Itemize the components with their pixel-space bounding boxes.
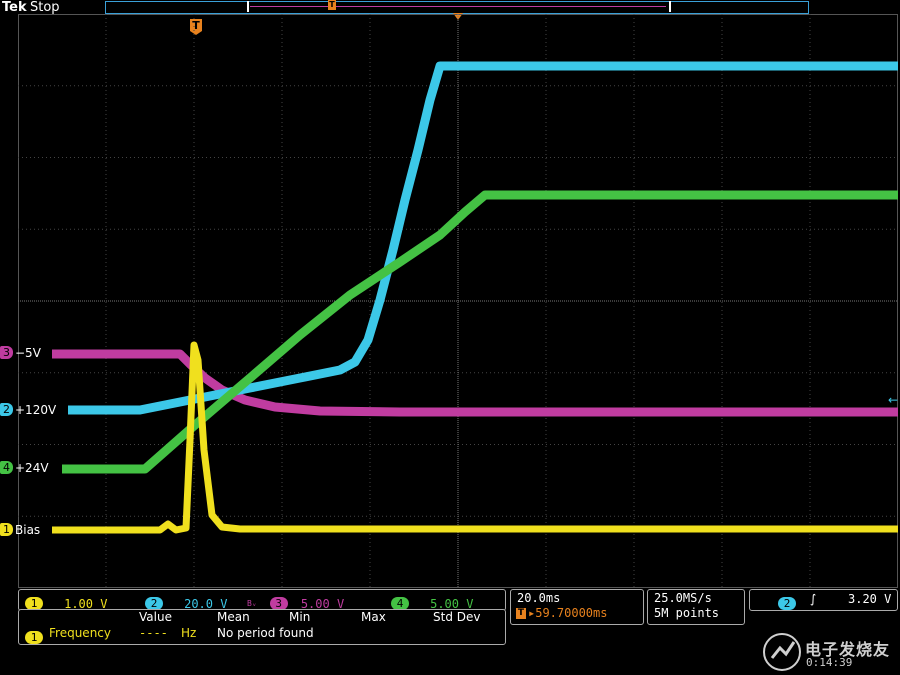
ch2-offscreen-arrow-icon: ← [888,393,899,407]
ch4-label: +24V [15,461,49,475]
meas-header-max: Max [361,610,386,624]
time-scale: 20.0ms [517,591,561,605]
trigger-panel[interactable]: 2 ∫ 3.20 V [749,589,898,611]
record-view-line [250,6,666,7]
measurement-panel[interactable]: Value Mean Min Max Std Dev 1 Frequency -… [18,609,506,645]
ch1-marker[interactable]: 1 Bias [0,523,40,537]
waveform-display[interactable] [18,14,898,588]
meas-unit: Hz [181,626,197,640]
clock-time: 0:14:39 [806,656,853,669]
ch2-marker[interactable]: 2 +120V [0,403,56,417]
graticule-grid [18,14,898,588]
timebase-panel[interactable]: 20.0ms T ▸59.70000ms [510,589,644,625]
ch4-number: 4 [0,461,13,474]
trigger-level: 3.20 V [848,592,892,606]
trigger-slope-icon: ∫ [810,592,817,606]
meas-message: No period found [217,626,314,640]
trigger-source-badge: 2 [778,597,796,610]
trigger-delay-icon: T [516,608,526,619]
channel-scale-panel: 1 1.00 V 2 20.0 V Bᵥ 3 5.00 V 4 5.00 V [18,589,506,611]
ch1-label: Bias [15,523,41,537]
ch3-marker[interactable]: 3 −5V [0,346,41,360]
ch2-number: 2 [0,403,13,416]
sample-rate: 25.0MS/s [654,591,712,605]
trigger-source: 2 [778,593,796,612]
bandwidth-limit-icon: Bᵥ [247,599,257,608]
ch2-label: +120V [15,403,57,417]
run-status[interactable]: Stop [30,0,60,15]
acquisition-panel[interactable]: 25.0MS/s 5M points [647,589,745,625]
meas-header-mean: Mean [217,610,250,624]
brand-logo: Tek [2,0,27,15]
meas-header-stddev: Std Dev [433,610,481,624]
meas-name: Frequency [49,626,111,640]
record-length: 5M points [654,606,720,620]
meas-row: 1 [25,627,43,646]
meas-value: ---- [139,626,168,640]
meas-channel-badge: 1 [25,631,43,644]
ch1-number: 1 [0,523,13,536]
ch3-number: 3 [0,346,13,359]
meas-header-min: Min [289,610,311,624]
ch3-label: −5V [15,346,41,360]
trigger-delay: ▸59.70000ms [528,606,608,620]
ch4-marker[interactable]: 4 +24V [0,461,49,475]
meas-header-value: Value [139,610,172,624]
record-trigger-icon: T [328,0,336,10]
